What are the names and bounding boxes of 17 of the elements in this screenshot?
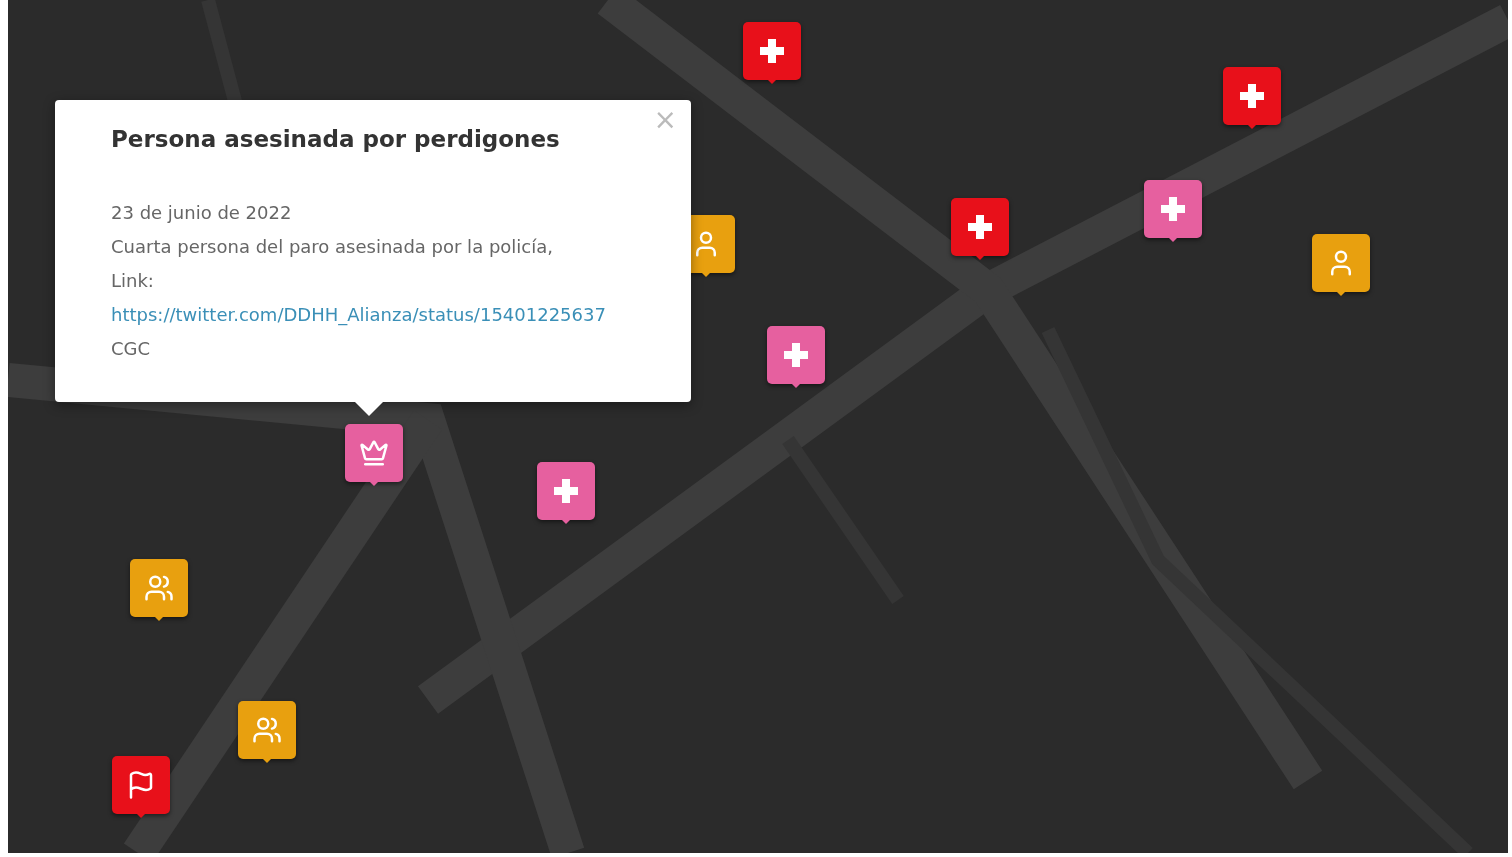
cross-icon <box>758 37 786 65</box>
cross-icon <box>552 477 580 505</box>
people-icon <box>252 715 282 745</box>
event-source: CGC <box>111 337 152 361</box>
crown-icon <box>359 438 389 468</box>
popup-title: Persona asesinada por perdigones <box>111 126 561 152</box>
event-description: Cuarta persona del paro asesinada por la policía, <box>111 235 554 259</box>
link-label: Link: <box>111 269 155 293</box>
cross-icon <box>1159 195 1187 223</box>
map-background[interactable]: × Persona asesinada por perdigones 23 de junio de 2022 Cuarta persona del paro asesinada por la policía, Link: https://twitter.com/DDHH_Alianza/status/15401225637 CGC <box>8 0 1508 853</box>
tweet-link[interactable]: https://twitter.com/DDHH_Alianza/status/15401225637 <box>111 298 606 332</box>
cross-icon <box>782 341 810 369</box>
event-date: 23 de junio de 2022 <box>111 201 293 225</box>
cross-icon <box>1238 82 1266 110</box>
people-icon <box>144 573 174 603</box>
cross-icon <box>966 213 994 241</box>
close-button[interactable]: × <box>649 106 681 134</box>
